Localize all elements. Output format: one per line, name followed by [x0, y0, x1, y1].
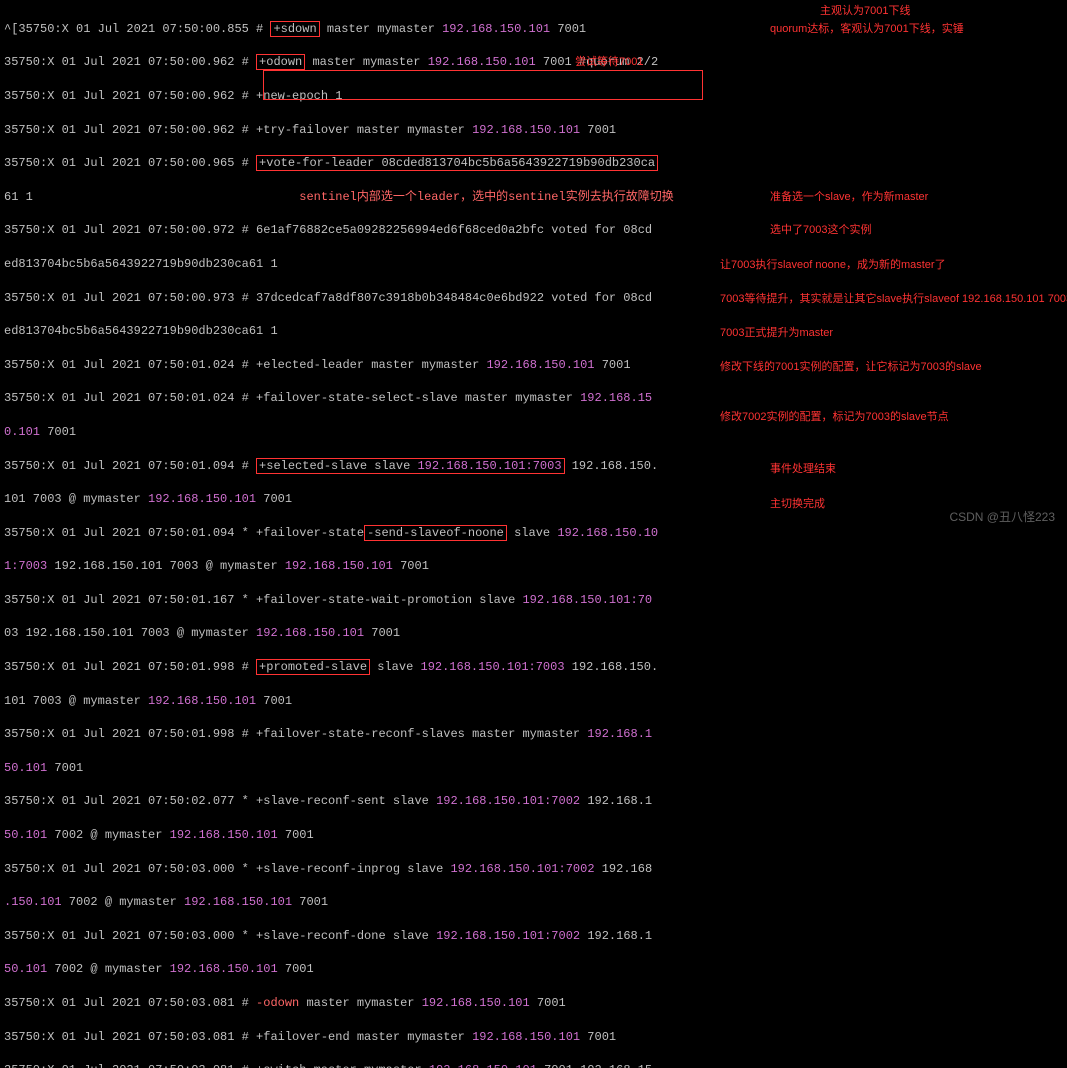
- note-quorum: quorum达标，客观认为7001下线，实锤: [770, 22, 964, 37]
- note-reconf-slaves: 修改下线的7001实例的配置，让它标记为7003的slave: [720, 360, 982, 375]
- note-slaveof-noone: 让7003执行slaveof noone，成为新的master了: [720, 258, 946, 273]
- csdn-watermark: CSDN @丑八怪223: [949, 509, 1055, 526]
- note-reconf-7002: 修改7002实例的配置，标记为7003的slave节点: [720, 410, 949, 425]
- note-wait-promotion: 7003等待提升，其实就是让其它slave执行slaveof 192.168.1…: [720, 292, 1067, 307]
- sentinel-note-inline: sentinel内部选一个leader，选中的sentinel实例去执行故障切换: [299, 190, 673, 204]
- vote-leader-box: +vote-for-leader 08cded813704bc5b6a56439…: [256, 155, 658, 171]
- promoted-slave-box: +promoted-slave: [256, 659, 370, 675]
- sdown-box: +sdown: [270, 21, 319, 37]
- send-slaveof-box: -send-slaveof-noone: [364, 525, 507, 541]
- minus-odown: -odown: [256, 996, 299, 1010]
- selected-slave-box: +selected-slave slave 192.168.150.101:70…: [256, 458, 564, 474]
- note-sdown: 主观认为7001下线: [820, 4, 910, 19]
- note-try-failover: 尝试等待7001: [575, 55, 643, 70]
- note-event-end: 事件处理结束: [770, 462, 836, 477]
- note-select-slave: 准备选一个slave，作为新master: [770, 190, 928, 205]
- note-switch-master: 主切换完成: [770, 497, 825, 512]
- note-promoted: 7003正式提升为master: [720, 326, 833, 341]
- log-text: ^[35750:X 01 Jul 2021 07:50:00.855 #: [4, 22, 270, 36]
- note-selected: 选中了7003这个实例: [770, 223, 871, 238]
- odown-box: +odown: [256, 54, 305, 70]
- ip-addr: 192.168.150.101: [442, 22, 550, 36]
- box-vote-leader-outer: [263, 70, 703, 100]
- terminal-output: ^[35750:X 01 Jul 2021 07:50:00.855 # +sd…: [4, 4, 1063, 1068]
